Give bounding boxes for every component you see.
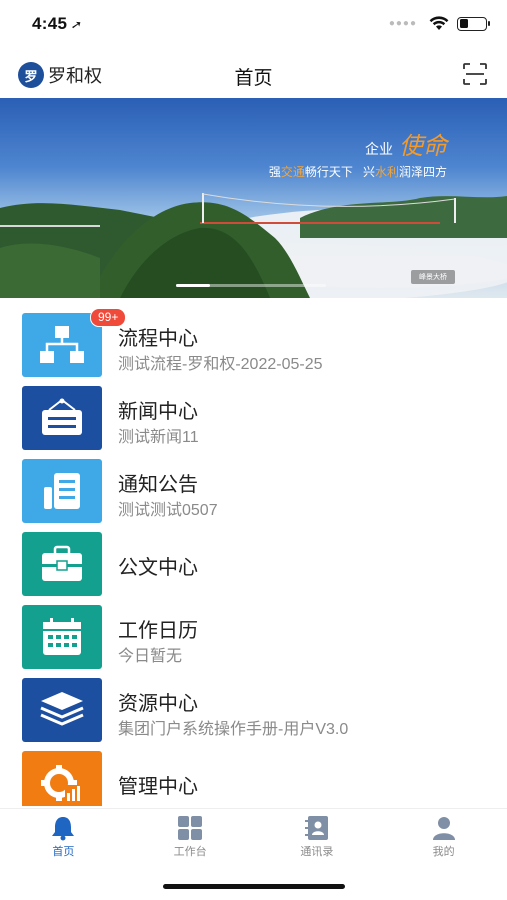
bell-home-icon [52, 817, 75, 841]
slogan-b2: 水利 [374, 165, 399, 179]
status-indicators: ●●●● [388, 16, 490, 31]
menu-item-management-center[interactable]: 管理中心 [0, 744, 507, 806]
slogan-prefix: 企业 [365, 141, 393, 157]
tab-label: 我的 [432, 846, 455, 858]
menu-item-work-calendar[interactable]: 工作日历 今日暂无 [0, 598, 507, 671]
slogan-a2: 交通 [280, 165, 305, 179]
battery-level [459, 19, 469, 28]
battery-icon [457, 16, 490, 31]
user-profile-icon [432, 817, 455, 840]
menu-item-title: 管理中心 [118, 776, 198, 798]
menu-item-subtitle: 测试流程-罗和权-2022-05-25 [118, 356, 323, 373]
layers-icon [22, 678, 102, 742]
banner-caption: 峰景大桥 [411, 270, 455, 284]
menu-item-title: 资源中心 [118, 693, 198, 715]
slogan-b1: 兴 [362, 165, 375, 179]
tab-label: 通讯录 [300, 846, 334, 858]
slogan-a1: 强 [268, 165, 281, 179]
tab-label: 工作台 [173, 846, 207, 858]
menu-item-notice[interactable]: 通知公告 测试测试0507 [0, 452, 507, 525]
nav-bar: 罗 罗和权 首页 [0, 52, 507, 96]
banner-slogan: 企业 使命 强交通畅行天下 兴水利润泽四方 [269, 126, 447, 180]
menu-list: 99+ 流程中心 测试流程-罗和权-2022-05-25 新闻中心 测试新闻11 [0, 306, 507, 806]
banner-carousel[interactable]: 企业 使命 强交通畅行天下 兴水利润泽四方 [0, 98, 507, 298]
slogan-title: 企业 使命 [269, 126, 447, 161]
menu-item-title: 新闻中心 [118, 401, 198, 423]
tab-home[interactable]: 首页 [0, 809, 127, 860]
slogan-line: 强交通畅行天下 兴水利润泽四方 [269, 163, 447, 180]
calendar-icon [22, 605, 102, 669]
management-gear-chart-icon [22, 751, 102, 806]
notice-document-icon [22, 459, 102, 523]
tab-label: 首页 [52, 846, 75, 858]
menu-item-document-center[interactable]: 公文中心 [0, 525, 507, 598]
carousel-active-dot [176, 284, 210, 287]
tab-bar: 首页 工作台 通讯录 我的 [0, 808, 507, 860]
menu-item-subtitle: 测试新闻11 [118, 429, 199, 446]
status-bar: 4:45 ➚ ●●●● [0, 0, 507, 50]
menu-item-title: 公文中心 [118, 557, 198, 579]
briefcase-icon [22, 532, 102, 596]
carousel-indicator [176, 284, 326, 287]
home-indicator[interactable] [163, 884, 345, 889]
wifi-icon [429, 16, 449, 30]
slogan-a3: 畅行天下 [304, 165, 353, 179]
menu-item-process-center[interactable]: 99+ 流程中心 测试流程-罗和权-2022-05-25 [0, 306, 507, 379]
contacts-book-icon [304, 816, 328, 840]
page-title: 首页 [234, 68, 273, 89]
menu-item-subtitle: 今日暂无 [118, 648, 183, 665]
home-screen: 4:45 ➚ ●●●● 罗 罗和权 首页 企业 使命 强交通畅行天下 兴水利润泽… [0, 0, 507, 900]
menu-item-title: 工作日历 [118, 620, 198, 642]
menu-item-title: 流程中心 [118, 328, 198, 350]
tab-contacts[interactable]: 通讯录 [254, 809, 381, 860]
tab-mine[interactable]: 我的 [380, 809, 507, 860]
location-arrow-icon: ➚ [70, 16, 84, 33]
menu-item-subtitle: 集团门户系统操作手册-用户V3.0 [118, 721, 349, 738]
news-board-icon [22, 386, 102, 450]
menu-item-title: 通知公告 [118, 474, 198, 496]
scan-icon[interactable] [463, 63, 487, 85]
status-time-text: 4:45 [32, 14, 68, 33]
menu-item-resource-center[interactable]: 资源中心 集团门户系统操作手册-用户V3.0 [0, 671, 507, 744]
workbench-grid-icon [178, 816, 203, 840]
slogan-b3: 润泽四方 [398, 165, 447, 179]
menu-item-news-center[interactable]: 新闻中心 测试新闻11 [0, 379, 507, 452]
status-time: 4:45 ➚ [32, 14, 84, 34]
tab-workbench[interactable]: 工作台 [127, 809, 254, 860]
flowchart-icon: 99+ [22, 308, 127, 377]
slogan-mission: 使命 [399, 132, 447, 160]
cellular-signal-icon: ●●●● [388, 18, 417, 29]
menu-item-subtitle: 测试测试0507 [118, 502, 218, 519]
